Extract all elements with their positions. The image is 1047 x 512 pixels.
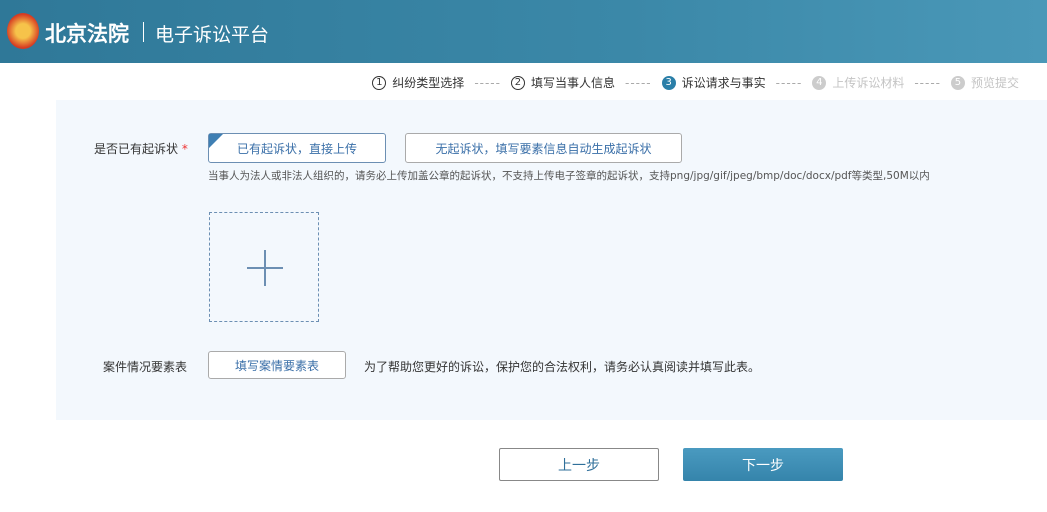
check-icon: [209, 134, 223, 148]
step-number: 3: [661, 75, 676, 90]
next-button[interactable]: 下一步: [683, 448, 843, 481]
option-label: 无起诉状，填写要素信息自动生成起诉状: [435, 141, 652, 156]
upload-hint: 当事人为法人或非法人组织的，请务必上传加盖公章的起诉状，不支持上传电子签章的起诉…: [208, 170, 930, 182]
step-5: 5 预览提交: [950, 74, 1019, 91]
step-label: 纠纷类型选择: [392, 76, 465, 90]
step-number: 1: [372, 75, 387, 90]
progress-steps: 1 纠纷类型选择 ----- 2 填写当事人信息 ----- 3 诉讼请求与事实 --…: [372, 74, 1019, 91]
step-separator: -----: [624, 75, 652, 90]
header: 北京法院 电子诉讼平台: [0, 0, 1047, 63]
step-label: 填写当事人信息: [530, 76, 615, 90]
divider: [143, 22, 144, 42]
option-label: 已有起诉状，直接上传: [236, 141, 357, 156]
option-no-complaint[interactable]: 无起诉状，填写要素信息自动生成起诉状: [405, 133, 682, 163]
step-3: 3 诉讼请求与事实: [661, 74, 766, 91]
step-label: 诉讼请求与事实: [681, 76, 766, 90]
elements-label: 案件情况要素表: [103, 360, 188, 374]
upload-plus-button[interactable]: [209, 212, 319, 322]
elements-note: 为了帮助您更好的诉讼，保护您的合法权利，请务必认真阅读并填写此表。: [364, 360, 761, 374]
platform-title: 电子诉讼平台: [155, 24, 270, 46]
step-number: 5: [950, 75, 965, 90]
step-2: 2 填写当事人信息: [510, 74, 615, 91]
step-number: 2: [510, 75, 525, 90]
complaint-label-text: 是否已有起诉状: [94, 142, 179, 156]
required-mark: *: [181, 142, 188, 156]
form-panel: 是否已有起诉状 * 已有起诉状，直接上传 无起诉状，填写要素信息自动生成起诉状 …: [56, 100, 1047, 420]
step-separator: -----: [914, 75, 941, 90]
court-emblem-icon: [7, 13, 39, 49]
step-1: 1 纠纷类型选择: [372, 74, 464, 91]
step-4: 4 上传诉讼材料: [812, 74, 904, 91]
prev-button[interactable]: 上一步: [499, 448, 659, 481]
brand-title: 北京法院: [45, 22, 129, 46]
complaint-label: 是否已有起诉状 *: [94, 140, 188, 157]
step-label: 上传诉讼材料: [832, 76, 905, 90]
fill-elements-button[interactable]: 填写案情要素表: [208, 351, 346, 379]
step-separator: -----: [474, 75, 501, 90]
step-separator: -----: [775, 75, 803, 90]
button-label: 填写案情要素表: [234, 358, 319, 373]
step-number: 4: [812, 75, 827, 90]
option-have-complaint[interactable]: 已有起诉状，直接上传: [208, 133, 386, 163]
step-label: 预览提交: [970, 76, 1019, 90]
